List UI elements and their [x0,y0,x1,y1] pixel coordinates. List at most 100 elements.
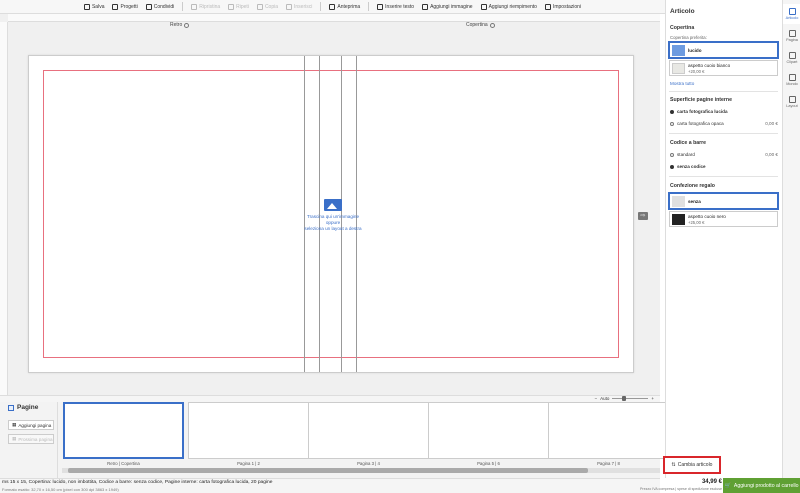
thumbnail-page[interactable] [188,402,309,459]
cover-spread[interactable]: Trascina qui un'immagine oppure selezion… [28,55,634,373]
inner-section-title: Superficie pagine interne [670,97,732,103]
tab-clipart[interactable]: Clipart [783,48,800,68]
product-summary: ms 15 x 15, Copertina: lucido, non imbot… [2,480,273,485]
section-divider [669,91,778,92]
copy-icon [256,3,263,10]
insert-text-button[interactable]: Inserire testo [377,3,414,10]
barcode-section-title: Codice a barre [670,140,707,146]
pencil-icon [788,96,796,103]
radio-unselected[interactable] [670,152,674,157]
toolbar-divider [320,2,322,11]
status-bar: ms 15 x 15, Copertina: lucido, non imbot… [0,478,660,493]
image-icon [422,3,429,10]
thumbnail-label: Pagina 7 | 8 [597,461,620,466]
text-icon [377,3,384,10]
info-icon[interactable] [184,22,190,28]
thumbnail-label: Retro | Copertina [107,461,140,466]
zoom-out-icon[interactable]: − [594,396,597,401]
next-page-arrow[interactable]: ⇨ [638,212,648,220]
side-tabs: Articolo Pagina Clipart Mondo Layout [782,0,800,478]
editor-workspace: Retro Copertina Trascina qui un'immagine… [0,14,660,396]
change-article-button[interactable]: ⇅ Cambia articolo [663,456,721,474]
wrench-icon [788,8,796,15]
glasses-icon [788,52,796,59]
thumbnail-label: Pagina 1 | 2 [237,461,260,466]
copy-button[interactable]: Copia [256,3,278,10]
price-box: 34,99 € Prezzo IVA compresa | spese di s… [620,478,722,493]
gift-option-none[interactable]: senza [669,193,778,209]
barcode-option-standard[interactable]: standard 0,00 € [670,152,778,157]
cover-swatch [672,62,685,74]
tab-layout[interactable]: Layout [783,92,800,112]
zoom-in-icon[interactable]: + [651,396,654,401]
add-fill-button[interactable]: Aggiungi riempimento [480,3,537,10]
gift-swatch [672,195,685,207]
price-note: Prezzo IVA compresa | spese di spedizion… [640,487,722,491]
preview-icon [329,3,336,10]
pages-title: Pagine [8,404,38,411]
inner-option-matte[interactable]: carta fotografica opaca 0,00 € [670,121,778,126]
add-icon: ▦ [12,422,17,427]
paste-icon [286,3,293,10]
thumbnail-page[interactable] [548,402,669,459]
add-to-cart-button[interactable]: 🛒 Aggiungi prodotto al carrello [723,478,800,493]
projects-button[interactable]: Progetti [112,3,138,10]
radio-selected[interactable] [670,109,674,114]
preview-button[interactable]: Anteprima [329,3,360,10]
thumbnail-cover[interactable] [63,402,184,459]
article-panel: Articolo Copertina Copertina preferita: … [665,0,782,478]
cover-option-white-leather[interactable]: aspetto cuoio bianco +20,00 € [669,60,778,76]
fill-icon [480,3,487,10]
share-icon [145,3,152,10]
share-button[interactable]: Condividi [145,3,174,10]
barcode-option-none[interactable]: senza codice [670,164,778,169]
undo-icon [191,3,198,10]
folder-icon [112,3,119,10]
page-thumbnail-strip: Retro | Copertina Pagina 1 | 2 Pagina 3 … [58,402,669,478]
paste-button[interactable]: Inserisci [286,3,312,10]
back-side-label: Retro [170,22,190,28]
cart-icon: 🛒 [724,482,731,489]
next-page-button[interactable]: ▦ Prossima pagina [8,434,54,444]
thumbnail-page[interactable] [428,402,549,459]
gift-option-black-leather[interactable]: aspetto cuoio nero +25,00 € [669,211,778,227]
tab-page[interactable]: Pagina [783,26,800,46]
info-icon[interactable] [489,22,495,28]
thumbnail-label: Pagina 5 | 6 [477,461,500,466]
section-divider [669,176,778,177]
section-divider [669,133,778,134]
scrollbar-thumb[interactable] [68,468,588,473]
total-price: 34,99 € [701,479,722,485]
undo-button[interactable]: Ripristina [191,3,220,10]
toolbar-divider [368,2,370,11]
tab-world[interactable]: Mondo [783,70,800,90]
pages-icon [8,404,14,411]
image-icon [324,199,342,211]
pages-panel: Pagine ▦ Aggiungi pagina ▦ Prossima pagina [0,402,58,478]
zoom-slider[interactable] [612,396,649,401]
format-detail: Formato esatto: 32,70 x 16,50 cm (pixel … [2,487,119,492]
tab-article[interactable]: Articolo [783,4,800,24]
add-page-button[interactable]: ▦ Aggiungi pagina [8,420,54,430]
thumbnail-page[interactable] [308,402,429,459]
main-toolbar: Salva Progetti Condividi Ripristina Ripe… [0,0,665,14]
zoom-slider-handle[interactable] [622,396,627,401]
cover-section-title: Copertina [670,25,695,31]
thumbnail-scrollbar[interactable] [62,468,660,473]
toolbar-divider [182,2,184,11]
gift-swatch [672,213,685,225]
zoom-mode[interactable]: Auto [600,396,609,401]
image-drop-zone[interactable]: Trascina qui un'immagine oppure selezion… [289,199,377,232]
show-all-link[interactable]: Mostra tutto [670,81,694,86]
add-image-button[interactable]: Aggiungi immagine [422,3,473,10]
radio-unselected[interactable] [670,121,674,126]
cover-option-glossy[interactable]: lucido [669,42,778,58]
settings-icon [544,3,551,10]
save-button[interactable]: Salva [83,3,104,10]
cover-sub-label: Copertina preferita: [670,35,707,40]
settings-button[interactable]: Impostazioni [544,3,581,10]
radio-selected[interactable] [670,164,674,169]
inner-option-glossy[interactable]: carta fotografica lucida [670,109,778,114]
redo-button[interactable]: Ripeti [228,3,249,10]
zoom-bar: − Auto + [0,395,660,402]
